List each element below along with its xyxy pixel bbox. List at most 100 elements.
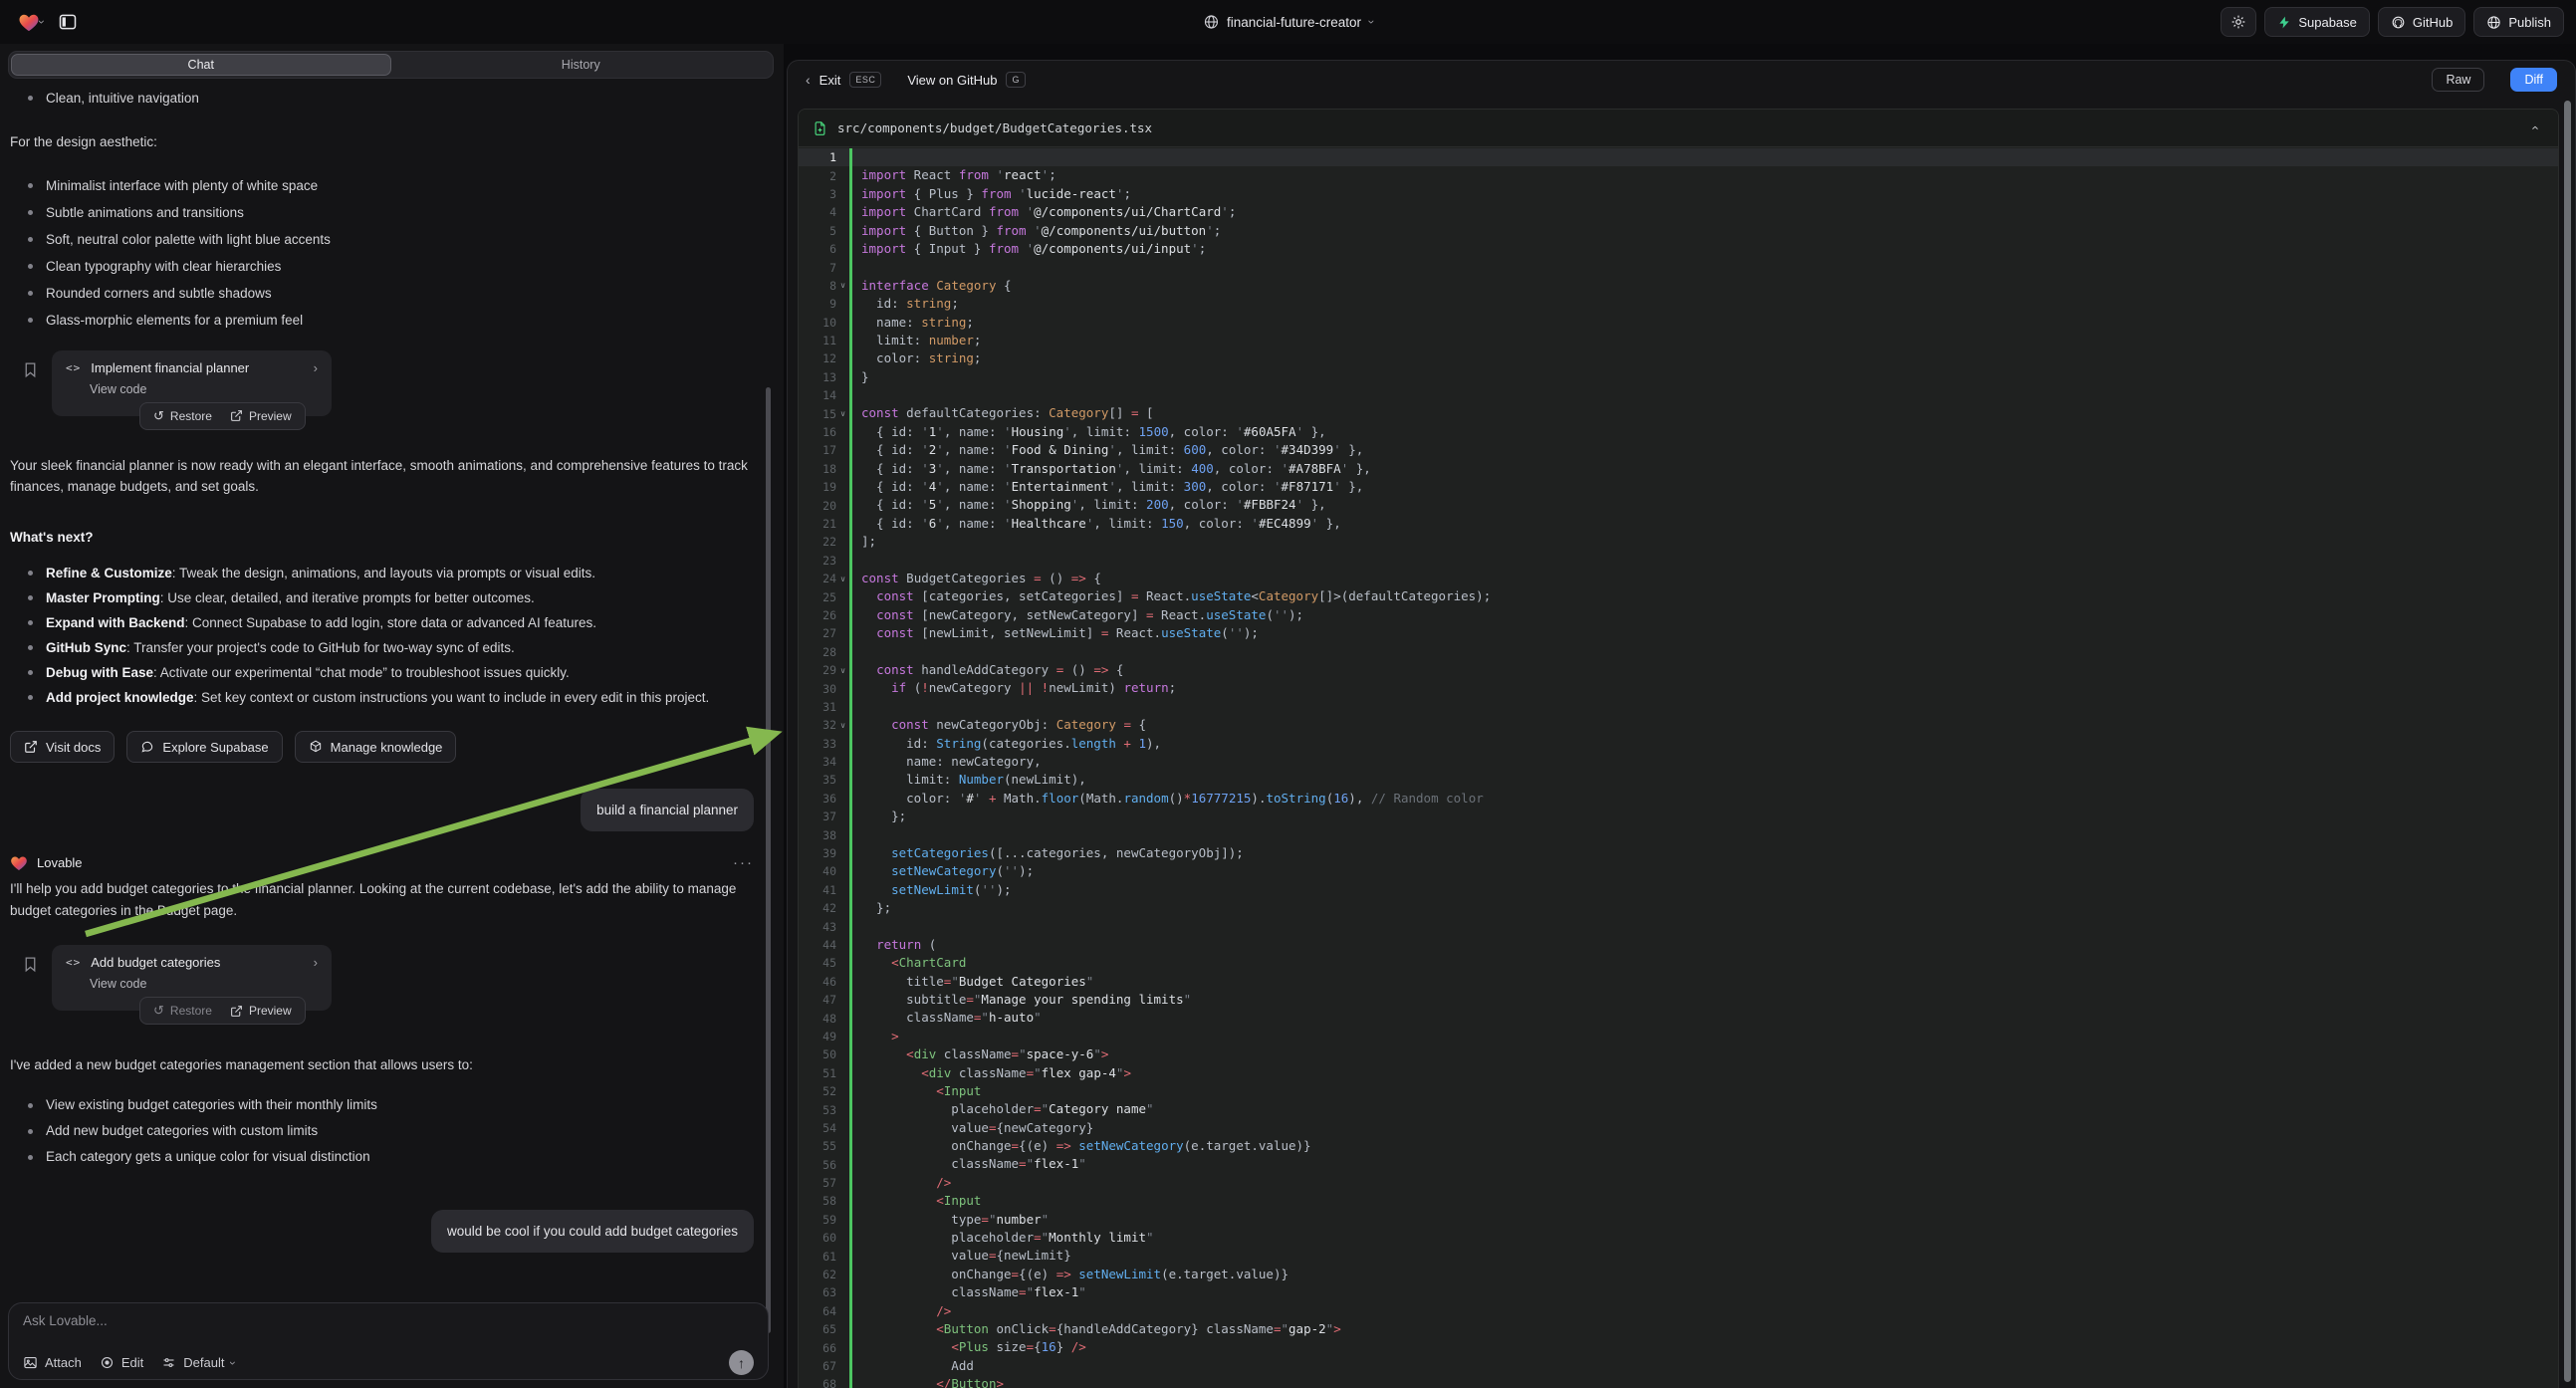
github-button[interactable]: GitHub [2378,7,2465,37]
image-icon [23,1355,38,1370]
restore-button[interactable]: ↺ Restore [144,1000,221,1022]
code-line: 10 name: string; [799,314,2558,332]
code-view-panel: ‹ Exit ESC View on GitHub G Raw Diff src… [787,60,2576,1388]
chat-input[interactable] [23,1313,754,1341]
restore-icon: ↺ [153,1003,164,1019]
code-line: 65 <Button onClick={handleAddCategory} c… [799,1320,2558,1338]
code-line: 47 subtitle="Manage your spending limits… [799,991,2558,1009]
chat-scrollbar[interactable] [766,387,771,1333]
code-line: 31 [799,698,2558,716]
code-icon: <> [66,361,81,374]
publish-button[interactable]: Publish [2473,7,2564,37]
code-line: 33 id: String(categories.length + 1), [799,735,2558,753]
version-block: <> Add budget categories › View code ↺ R… [10,945,754,1029]
external-link-icon [230,1005,243,1018]
chevron-right-icon: › [314,955,318,970]
code-view-header: ‹ Exit ESC View on GitHub G Raw Diff [788,61,2575,99]
added-bullet-list: View existing budget categories with the… [10,1092,754,1170]
globe-icon [1203,14,1219,30]
toggle-sidebar-button[interactable] [54,8,82,36]
chevron-down-icon: › [226,1361,240,1365]
bullet-list: Clean, intuitive navigation [10,88,754,109]
more-options-icon[interactable]: ··· [733,854,754,871]
code-line: 51 <div className="flex gap-4"> [799,1064,2558,1082]
user-message: build a financial planner [581,789,754,831]
code-line: 37 }; [799,808,2558,825]
visit-docs-button[interactable]: Visit docs [10,731,115,763]
restore-button[interactable]: ↺ Restore [144,405,221,427]
design-heading: For the design aesthetic: [10,131,754,153]
code-line: 27 const [newLimit, setNewLimit] = React… [799,624,2558,642]
assistant-paragraph: Your sleek financial planner is now read… [10,455,754,498]
code-editor[interactable]: 12import React from 'react';3import { Pl… [799,148,2558,1388]
assistant-paragraph: I'll help you add budget categories to t… [10,878,754,921]
chevron-left-icon: ‹ [806,72,811,88]
preview-button[interactable]: Preview [221,1001,301,1021]
list-item: Add project knowledge: Set key context o… [10,685,754,710]
code-line: 12 color: string; [799,349,2558,367]
send-button[interactable]: ↑ [729,1350,754,1375]
explore-supabase-button[interactable]: Explore Supabase [126,731,282,763]
code-line: 20 { id: '5', name: 'Shopping', limit: 2… [799,496,2558,514]
code-line: 53 placeholder="Category name" [799,1100,2558,1118]
list-item: Minimalist interface with plenty of whit… [10,172,754,199]
code-line: 6import { Input } from '@/components/ui/… [799,240,2558,258]
supabase-icon [2277,15,2291,30]
code-line: 4import ChartCard from '@/components/ui/… [799,203,2558,221]
view-on-github-button[interactable]: View on GitHub G [907,72,1026,88]
preview-button[interactable]: Preview [221,406,301,426]
code-line: 16 { id: '1', name: 'Housing', limit: 15… [799,423,2558,441]
quick-actions: Visit docs Explore Supabase Manage knowl… [10,731,754,763]
code-line: 46 title="Budget Categories" [799,973,2558,991]
g-key-badge: G [1006,72,1026,88]
exit-button[interactable]: ‹ Exit ESC [806,72,881,88]
code-line: 14 [799,386,2558,404]
edit-mode-button[interactable]: Edit [100,1355,143,1370]
code-line: 55 onChange={(e) => setNewCategory(e.tar… [799,1137,2558,1155]
view-code-link[interactable]: View code [90,977,318,991]
list-item: Glass-morphic elements for a premium fee… [10,307,754,334]
code-line: 63 className="flex-1" [799,1283,2558,1301]
restore-icon: ↺ [153,408,164,424]
view-code-link[interactable]: View code [90,382,318,396]
code-line: 3import { Plus } from 'lucide-react'; [799,185,2558,203]
code-line: 48 className="h-auto" [799,1009,2558,1027]
supabase-button[interactable]: Supabase [2264,7,2370,37]
file-header[interactable]: src/components/budget/BudgetCategories.t… [799,110,2558,147]
code-line: 28 [799,643,2558,661]
code-line: 68 </Button> [799,1375,2558,1388]
chat-scroll-area[interactable]: Clean, intuitive navigation For the desi… [0,80,784,1302]
code-line: 62 onChange={(e) => setNewLimit(e.target… [799,1266,2558,1283]
code-line: 54 value={newCategory} [799,1119,2558,1137]
code-line: 19 { id: '4', name: 'Entertainment', lim… [799,478,2558,496]
list-item: Clean, intuitive navigation [10,88,754,109]
code-line: 5import { Button } from '@/components/ui… [799,222,2558,240]
code-line: 61 value={newLimit} [799,1247,2558,1265]
code-line: 58 <Input [799,1192,2558,1210]
tab-history[interactable]: History [391,54,772,76]
code-line: 22]; [799,533,2558,551]
code-line: 34 name: newCategory, [799,753,2558,771]
diff-toggle-button[interactable]: Diff [2510,68,2557,92]
tab-chat[interactable]: Chat [11,54,391,76]
collapse-file-button[interactable]: › [2524,116,2544,139]
code-line: 8∨interface Category { [799,277,2558,295]
bookmark-icon[interactable] [22,360,39,382]
code-line: 9 id: string; [799,295,2558,313]
list-item: Each category gets a unique color for vi… [10,1144,754,1170]
panel-icon [58,12,78,32]
code-line: 57 /> [799,1174,2558,1192]
project-switcher[interactable]: financial-future-creator › [1193,7,1383,37]
list-item: GitHub Sync: Transfer your project's cod… [10,635,754,660]
bookmark-icon[interactable] [22,955,39,977]
version-toolbar: ↺ Restore Preview [139,402,306,430]
settings-button[interactable] [2221,7,2256,37]
manage-knowledge-button[interactable]: Manage knowledge [295,731,457,763]
raw-toggle-button[interactable]: Raw [2432,68,2484,92]
lovable-logo-menu[interactable]: › [14,8,48,36]
code-line: 44 return ( [799,936,2558,954]
code-line: 25 const [categories, setCategories] = R… [799,587,2558,605]
attach-button[interactable]: Attach [23,1355,82,1370]
code-scrollbar[interactable] [2564,101,2571,1382]
model-selector[interactable]: Default › [161,1355,235,1370]
